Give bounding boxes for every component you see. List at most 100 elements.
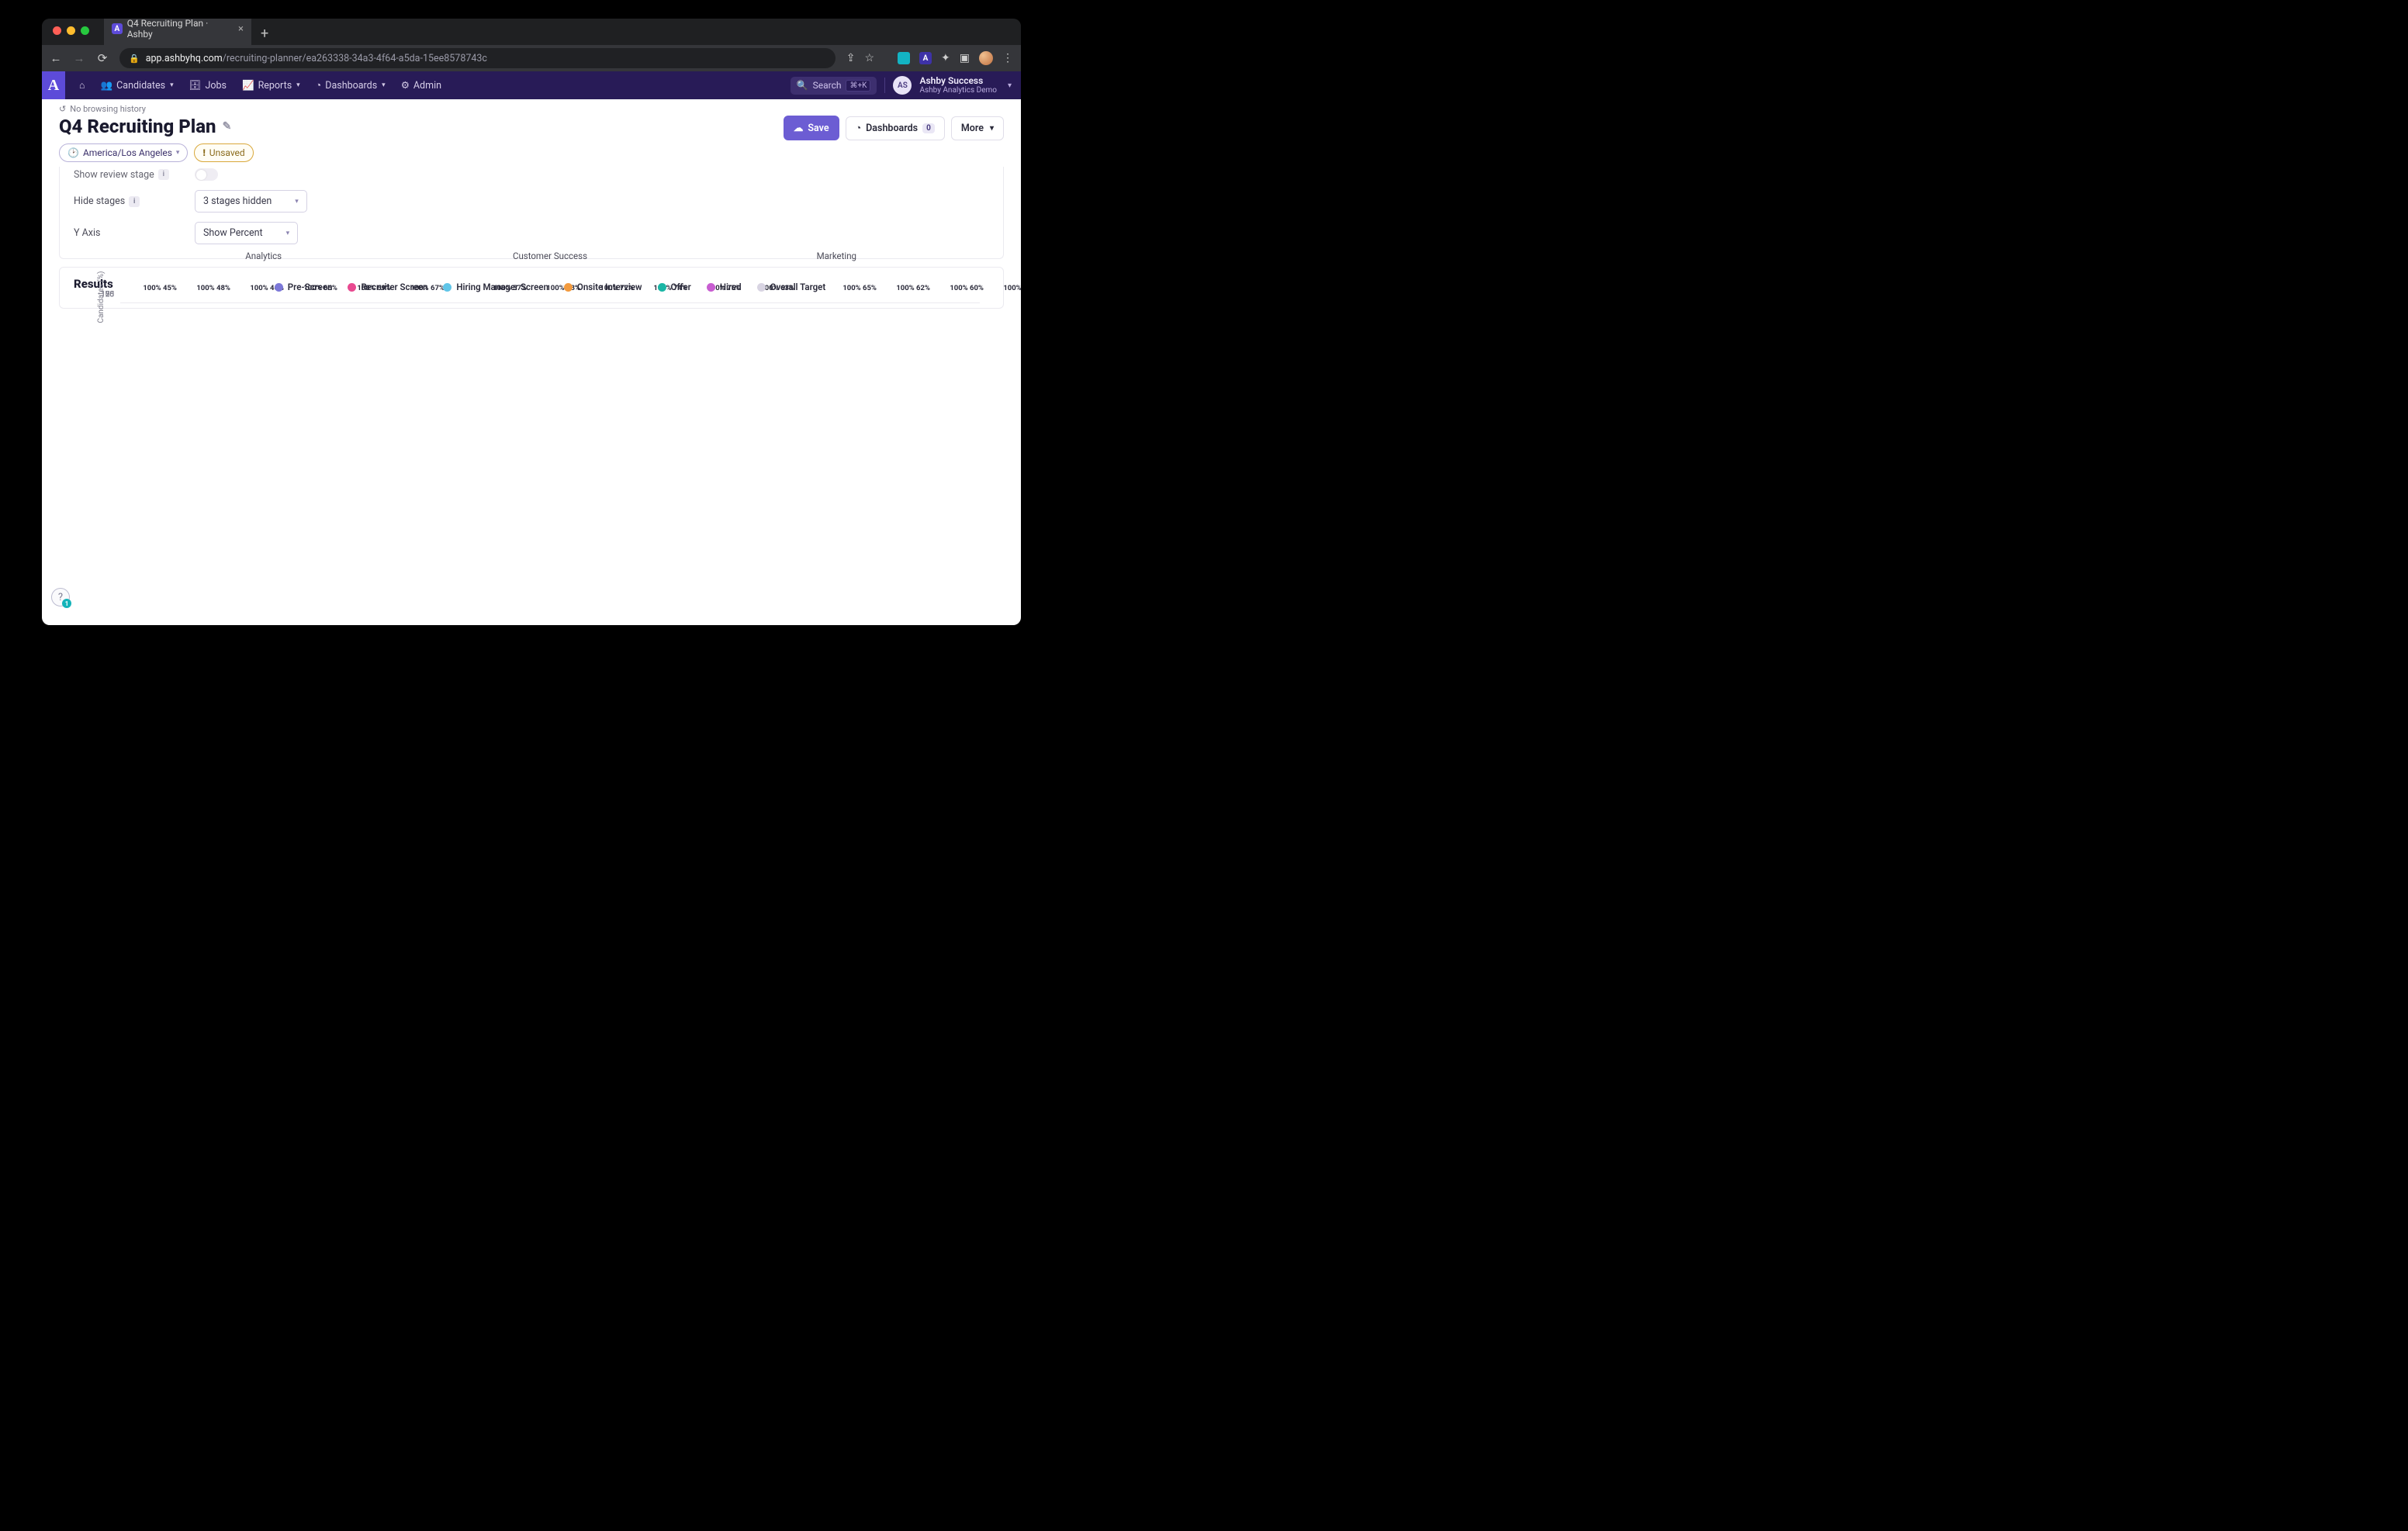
hide-stages-label: Hide stages i [74, 195, 195, 207]
legend-swatch-icon [658, 283, 666, 292]
x-category-label: Analytics [120, 251, 407, 261]
chevron-down-icon: ▾ [1008, 81, 1012, 90]
page-title: Q4 Recruiting Plan ✎ [59, 116, 254, 137]
search-button[interactable]: 🔍 Search ⌘+K [791, 77, 877, 95]
nav-jobs[interactable]: 🗄Jobs [182, 71, 234, 99]
more-button[interactable]: More ▾ [951, 116, 1004, 140]
share-icon[interactable]: ⇪ [846, 52, 856, 64]
close-window-icon[interactable] [53, 26, 61, 35]
app-logo-icon[interactable]: A [42, 71, 65, 99]
legend-label: Hired [720, 282, 742, 292]
close-tab-icon[interactable]: × [238, 23, 244, 35]
gauge-icon: ◔ [316, 80, 322, 92]
keyboard-shortcut: ⌘+K [846, 80, 870, 92]
warning-icon: ! [202, 147, 205, 158]
timezone-selector[interactable]: 🕑 America/Los Angeles ▾ [59, 143, 188, 162]
legend-item[interactable]: Hiring Manager Screen [443, 282, 548, 292]
legend-item[interactable]: Pre-Screen [275, 282, 333, 292]
help-button[interactable]: ? 1 [51, 588, 70, 607]
nav-reports[interactable]: 📈Reports▾ [234, 71, 308, 99]
divider [884, 78, 885, 93]
nav-candidates[interactable]: 👥Candidates▾ [93, 71, 182, 99]
show-review-stage-label: Show review stage i [74, 169, 195, 181]
back-icon[interactable]: ← [50, 51, 62, 65]
history-icon: ↺ [59, 104, 66, 114]
profile-avatar-icon[interactable] [979, 51, 993, 65]
url-bar: ← → ⟳ 🔒 app.ashbyhq.com/recruiting-plann… [42, 45, 1021, 71]
window-controls [53, 26, 89, 35]
nav-admin[interactable]: ⚙Admin [393, 71, 449, 99]
maximize-window-icon[interactable] [81, 26, 89, 35]
user-menu[interactable]: Ashby Success Ashby Analytics Demo [919, 76, 997, 95]
legend-item[interactable]: Hired [707, 282, 742, 292]
app-nav: A ⌂ 👥Candidates▾ 🗄Jobs 📈Reports▾ ◔Dashbo… [42, 71, 1021, 99]
extension-ashby-icon[interactable]: A [919, 52, 932, 64]
favicon-icon: A [112, 23, 123, 34]
value-label: 81% [1014, 284, 1021, 292]
legend-label: Hiring Manager Screen [456, 282, 548, 292]
legend-item[interactable]: Overall Target [757, 282, 826, 292]
panel-icon[interactable]: ▣ [960, 52, 970, 64]
extension-1-icon[interactable] [898, 52, 910, 64]
reload-icon[interactable]: ⟳ [96, 51, 109, 65]
hide-stages-select[interactable]: 3 stages hidden ▾ [195, 190, 307, 213]
gear-icon: ⚙ [401, 79, 410, 92]
chart-icon: 📈 [242, 80, 254, 92]
y-tick-label: 125 [101, 291, 114, 299]
home-icon: ⌂ [79, 80, 85, 92]
config-panel: Show review stage i Hide stages i 3 stag… [59, 167, 1004, 259]
legend-item[interactable]: Recruiter Screen [348, 282, 427, 292]
browser-window: A Q4 Recruiting Plan · Ashby × + ← → ⟳ 🔒… [42, 19, 1021, 625]
show-review-stage-toggle[interactable] [195, 168, 218, 181]
tab-title: Q4 Recruiting Plan · Ashby [127, 19, 234, 40]
address-bar[interactable]: 🔒 app.ashbyhq.com/recruiting-planner/ea2… [119, 48, 836, 68]
search-icon: 🔍 [797, 80, 808, 91]
nav-home[interactable]: ⌂ [71, 71, 93, 99]
legend-item[interactable]: Offer [658, 282, 691, 292]
legend-swatch-icon [564, 283, 573, 292]
info-icon[interactable]: i [129, 196, 140, 207]
chevron-down-icon: ▾ [295, 198, 299, 206]
page-content: ↺ No browsing history Q4 Recruiting Plan… [42, 99, 1021, 625]
legend-swatch-icon [707, 283, 715, 292]
legend-label: Pre-Screen [288, 282, 333, 292]
nav-dashboards[interactable]: ◔Dashboards▾ [308, 71, 393, 99]
legend-swatch-icon [757, 283, 766, 292]
legend-item[interactable]: Onsite Interview [564, 282, 642, 292]
forward-icon[interactable]: → [73, 51, 85, 65]
dashboards-button[interactable]: ◔ Dashboards 0 [846, 116, 945, 140]
browser-actions: ⇪ ☆ A ✦ ▣ ⋮ [846, 51, 1013, 65]
chevron-down-icon: ▾ [296, 81, 300, 89]
info-icon[interactable]: i [158, 169, 169, 180]
user-avatar[interactable]: AS [893, 76, 912, 95]
chevron-down-icon: ▾ [170, 81, 174, 89]
new-tab-button[interactable]: + [251, 22, 278, 45]
chevron-down-icon: ▾ [990, 124, 994, 133]
x-category-label: Customer Success [407, 251, 693, 261]
breadcrumb: ↺ No browsing history [42, 99, 1021, 114]
legend-swatch-icon [348, 283, 356, 292]
edit-icon[interactable]: ✎ [223, 120, 232, 133]
dashboards-count-badge: 0 [922, 123, 935, 133]
y-axis-select[interactable]: Show Percent ▾ [195, 222, 298, 244]
extensions-icon[interactable]: ✦ [941, 52, 950, 64]
legend-label: Overall Target [770, 282, 826, 292]
chevron-down-icon: ▾ [382, 81, 386, 89]
legend-label: Offer [671, 282, 691, 292]
save-button[interactable]: ☁ Save [784, 116, 839, 140]
lock-icon: 🔒 [129, 54, 140, 64]
help-badge: 1 [62, 599, 71, 608]
clock-icon: 🕑 [67, 147, 79, 158]
kebab-menu-icon[interactable]: ⋮ [1002, 52, 1013, 64]
people-icon: 👥 [101, 80, 113, 92]
legend-swatch-icon [443, 283, 452, 292]
legend-swatch-icon [275, 283, 283, 292]
x-category-label: Marketing [694, 251, 980, 261]
unsaved-badge: ! Unsaved [194, 143, 253, 162]
browser-tab[interactable]: A Q4 Recruiting Plan · Ashby × [104, 19, 251, 45]
bookmark-icon[interactable]: ☆ [864, 52, 874, 64]
cloud-icon: ☁ [794, 122, 804, 134]
legend-label: Onsite Interview [577, 282, 642, 292]
minimize-window-icon[interactable] [67, 26, 75, 35]
chevron-down-icon: ▾ [176, 149, 180, 157]
